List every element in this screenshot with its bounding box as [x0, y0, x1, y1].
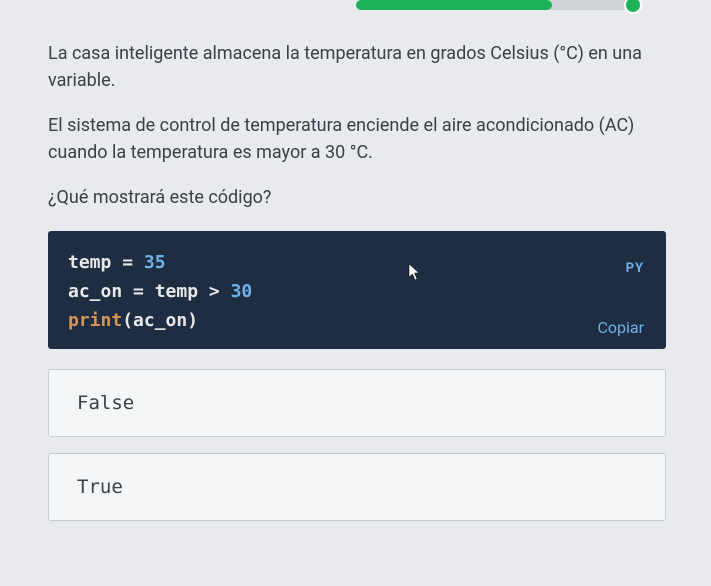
question-paragraph-3: ¿Qué mostrará este código? [48, 184, 666, 211]
copy-button[interactable]: Copiar [597, 318, 644, 337]
code-line-3: print(ac_on) [68, 307, 646, 336]
answer-option-true[interactable]: True [48, 453, 666, 521]
language-badge: PY [626, 261, 644, 276]
code-line-1: temp = 35 [68, 249, 646, 278]
question-paragraph-2: El sistema de control de temperatura enc… [48, 112, 666, 166]
answer-option-false[interactable]: False [48, 369, 666, 437]
main-content: La casa inteligente almacena la temperat… [0, 0, 711, 521]
code-line-2: ac_on = temp > 30 [68, 278, 646, 307]
progress-fill [356, 0, 552, 10]
progress-bar [356, 0, 636, 10]
code-block: temp = 35 ac_on = temp > 30 print(ac_on)… [48, 231, 666, 349]
question-paragraph-1: La casa inteligente almacena la temperat… [48, 40, 666, 94]
question-text: La casa inteligente almacena la temperat… [48, 40, 666, 211]
code-content: temp = 35 ac_on = temp > 30 print(ac_on) [68, 249, 646, 335]
